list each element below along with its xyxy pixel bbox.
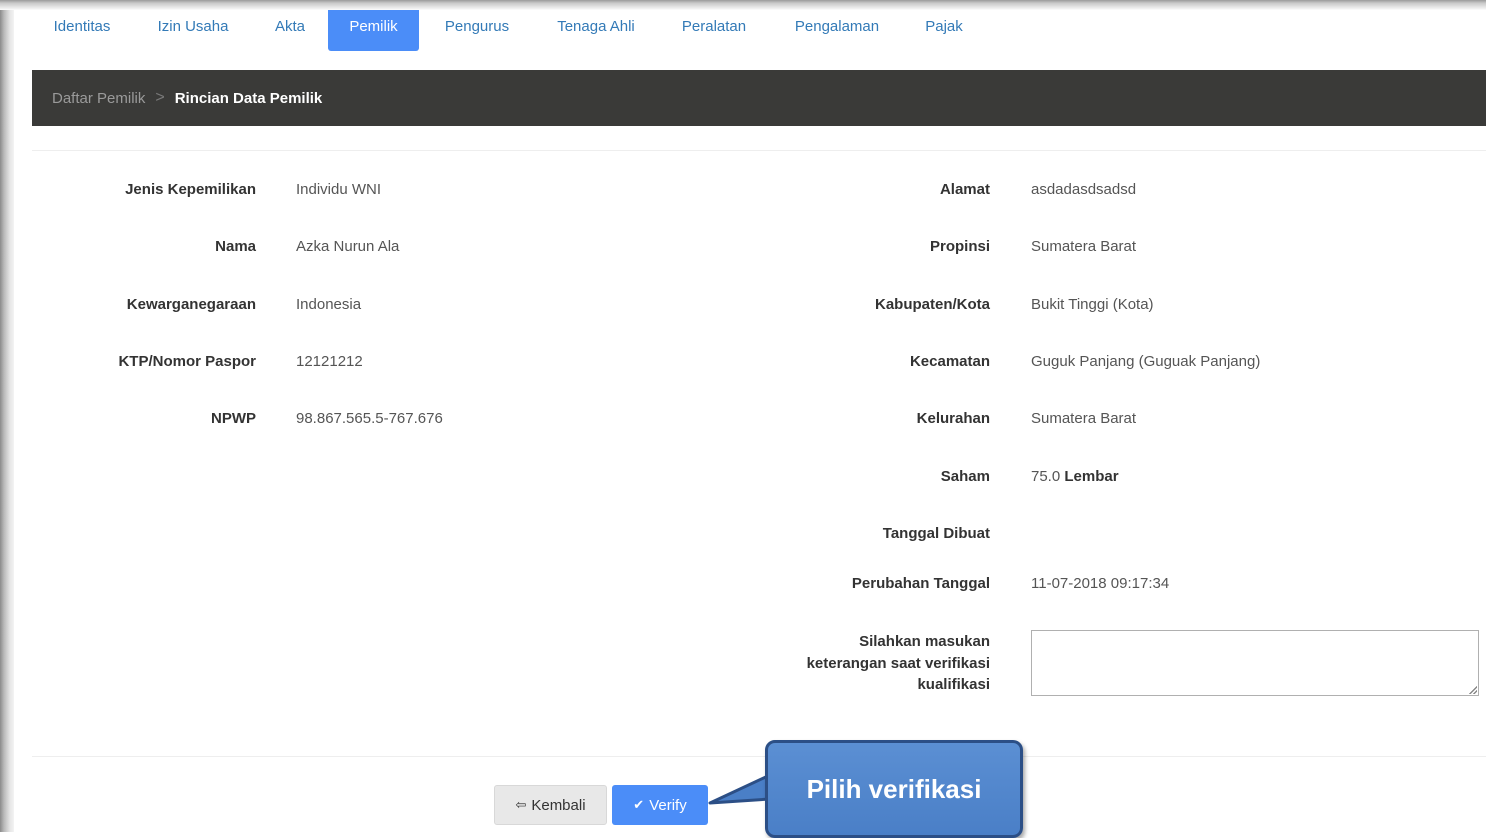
footer-divider [32, 756, 1486, 757]
value-npwp: 98.867.565.5-767.676 [296, 410, 443, 427]
breadcrumb: Daftar Pemilik > Rincian Data Pemilik [32, 70, 1486, 126]
label-nama: Nama [215, 238, 256, 255]
value-saham: 75.0 Lembar [1031, 468, 1119, 485]
label-alamat: Alamat [939, 181, 990, 198]
value-kabupaten-kota: Bukit Tinggi (Kota) [1031, 296, 1154, 313]
label-keterangan: Silahkan masukan keterangan saat verifik… [732, 631, 990, 696]
tab-pajak[interactable]: Pajak [914, 10, 974, 51]
saham-unit: Lembar [1064, 468, 1119, 485]
label-propinsi: Propinsi [929, 238, 990, 255]
tab-identitas[interactable]: Identitas [38, 10, 126, 51]
callout-box: Pilih verifikasi [765, 740, 1023, 838]
check-icon: ✔ [633, 797, 645, 812]
value-propinsi: Sumatera Barat [1031, 238, 1137, 255]
label-kewarganegaraan: Kewarganegaraan [126, 296, 256, 313]
verify-button-label: Verify [649, 796, 687, 814]
value-nama: Azka Nurun Ala [296, 238, 400, 255]
value-kecamatan: Guguk Panjang (Guguak Panjang) [1031, 353, 1261, 370]
label-kabupaten-kota: Kabupaten/Kota [874, 296, 990, 313]
label-ktp-nomor-paspor: KTP/Nomor Paspor [118, 353, 256, 370]
value-jenis-kepemilikan: Individu WNI [296, 181, 382, 198]
value-perubahan-tanggal: 11-07-2018 09:17:34 [1031, 575, 1170, 592]
keterangan-textarea[interactable] [1031, 630, 1479, 696]
breadcrumb-separator: > [155, 89, 165, 106]
window-frame-left [0, 0, 14, 832]
value-alamat: asdadasdsadsd [1031, 181, 1137, 198]
label-keterangan-line-2: keterangan saat verifikasi [806, 654, 990, 672]
tab-akta[interactable]: Akta [263, 10, 317, 51]
value-kewarganegaraan: Indonesia [296, 296, 362, 313]
resize-grip-icon[interactable] [1469, 686, 1477, 694]
value-ktp-nomor-paspor: 12121212 [296, 353, 363, 370]
callout-pointer-icon [708, 773, 770, 805]
tab-bar: Identitas Izin Usaha Akta Pemilik Pengur… [32, 10, 1486, 51]
label-kecamatan: Kecamatan [909, 353, 990, 370]
kembali-button-label: Kembali [531, 796, 586, 814]
label-kelurahan: Kelurahan [916, 410, 990, 427]
verify-button[interactable]: ✔ Verify [612, 785, 708, 825]
window-frame-top [0, 0, 1486, 10]
detail-panel: Jenis Kepemilikan Individu WNI Nama Azka… [32, 150, 1486, 833]
saham-amount: 75.0 [1031, 468, 1061, 485]
kembali-button[interactable]: ⇦ Kembali [494, 785, 607, 825]
breadcrumb-current: Rincian Data Pemilik [174, 89, 323, 107]
tab-pengurus[interactable]: Pengurus [433, 10, 521, 51]
label-saham: Saham [940, 468, 990, 485]
breadcrumb-daftar-pemilik[interactable]: Daftar Pemilik [52, 90, 145, 107]
label-npwp: NPWP [211, 410, 256, 427]
label-tanggal-dibuat: Tanggal Dibuat [882, 525, 990, 542]
label-keterangan-line-3: kualifikasi [917, 676, 990, 693]
callout-text: Pilih verifikasi [806, 773, 982, 804]
tab-izin-usaha[interactable]: Izin Usaha [142, 10, 244, 51]
tab-pengalaman[interactable]: Pengalaman [782, 10, 892, 51]
value-kelurahan: Sumatera Barat [1031, 410, 1137, 427]
sign-in-icon: ⇦ [515, 797, 527, 812]
label-keterangan-line-1: Silahkan masukan [859, 633, 990, 650]
label-jenis-kepemilikan: Jenis Kepemilikan [125, 181, 256, 198]
tab-pemilik[interactable]: Pemilik [328, 10, 419, 51]
label-perubahan-tanggal: Perubahan Tanggal [851, 575, 990, 592]
tab-peralatan[interactable]: Peralatan [670, 10, 758, 51]
tab-tenaga-ahli[interactable]: Tenaga Ahli [545, 10, 647, 51]
